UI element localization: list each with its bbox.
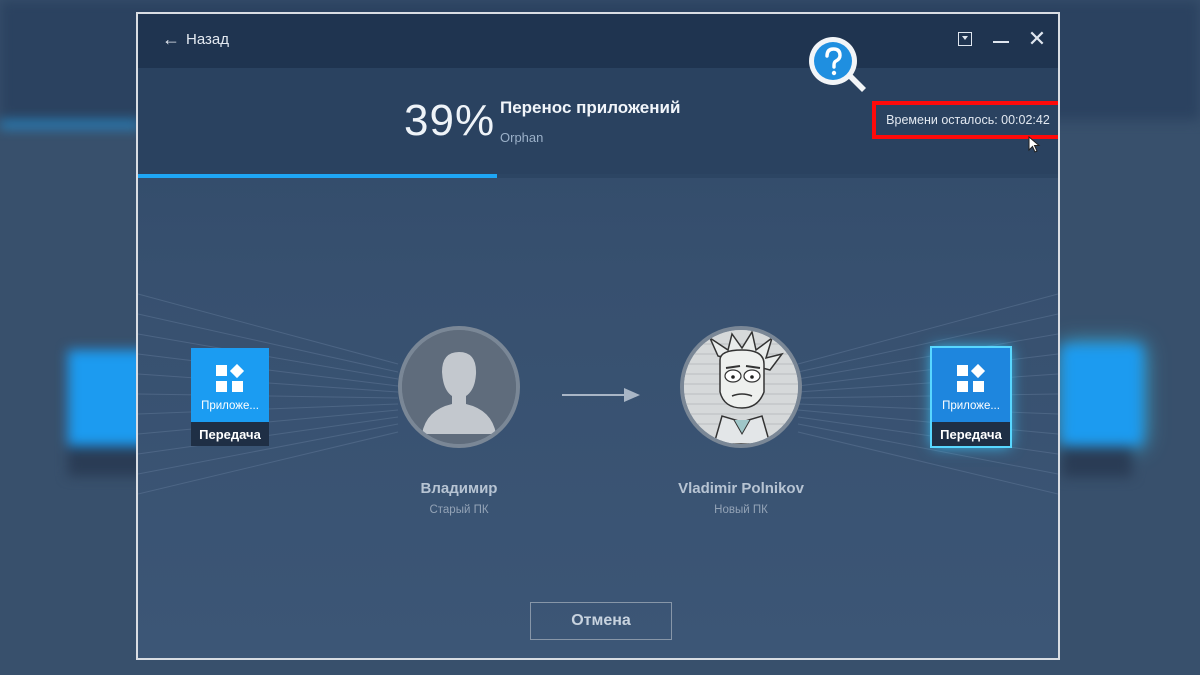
minimize-button[interactable]	[990, 28, 1012, 50]
progress-percent: 39%	[404, 96, 496, 145]
target-tile-caption: Передача	[932, 422, 1010, 446]
source-tile-caption: Передача	[191, 422, 269, 446]
source-tile-label: Приложе...	[201, 400, 259, 412]
background-tile-right	[1062, 345, 1142, 445]
user-silhouette-icon	[402, 330, 516, 444]
minimize-icon	[993, 41, 1009, 43]
task-title: Перенос приложений	[500, 98, 681, 117]
apps-grid-icon	[216, 364, 245, 392]
background-progress	[0, 122, 140, 127]
arrow-right-icon	[562, 388, 640, 402]
source-pc-label: Старый ПК	[429, 504, 489, 516]
source-user-name: Владимир	[420, 480, 498, 497]
mouse-cursor-icon	[1028, 136, 1041, 153]
apps-grid-icon	[957, 364, 986, 392]
transfer-rays	[138, 293, 1058, 495]
question-icon[interactable]	[806, 34, 868, 96]
dropdown-menu-button[interactable]	[954, 28, 976, 50]
source-avatar	[398, 326, 520, 448]
time-remaining: Времени осталось: 00:02:42	[872, 101, 1058, 139]
progress-bar	[138, 174, 1058, 178]
arrow-left-icon: ←	[162, 29, 180, 49]
background-tile-right-caption	[1062, 447, 1132, 477]
back-label: Назад	[186, 30, 229, 48]
transfer-window: ← Назад ✕ 39% Перенос приложений Orphan …	[136, 12, 1060, 660]
dropdown-menu-icon	[958, 32, 972, 46]
target-avatar	[680, 326, 802, 448]
progress-bar-fill	[138, 174, 497, 178]
title-bar: ← Назад ✕	[138, 14, 1058, 68]
cartoon-avatar-icon	[684, 330, 798, 444]
target-tile-label: Приложе...	[942, 400, 1000, 412]
source-apps-tile[interactable]: Приложе... Передача	[191, 348, 269, 446]
cancel-button[interactable]: Отмена	[530, 602, 672, 640]
task-subtitle: Orphan	[500, 130, 544, 145]
target-pc-label: Новый ПК	[714, 504, 768, 516]
target-apps-tile[interactable]: Приложе... Передача	[932, 348, 1010, 446]
back-button[interactable]: ← Назад	[162, 30, 229, 48]
time-remaining-text: Времени осталось: 00:02:42	[886, 113, 1050, 127]
close-icon: ✕	[1027, 26, 1047, 51]
target-user-name: Vladimir Polnikov	[678, 480, 804, 497]
close-button[interactable]: ✕	[1026, 28, 1048, 50]
